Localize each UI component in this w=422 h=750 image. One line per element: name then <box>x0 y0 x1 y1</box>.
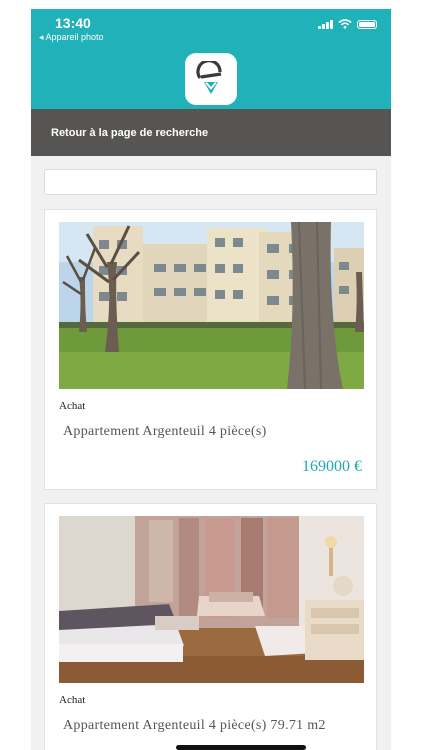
status-icons <box>318 19 377 29</box>
nav-bar: Retour à la page de recherche <box>31 109 391 156</box>
listing-price: 169000 € <box>302 458 362 475</box>
listing-type: Achat <box>59 400 86 412</box>
listing-photo <box>59 222 364 389</box>
listing-title: Appartement Argenteuil 4 pièce(s) <box>63 424 267 439</box>
battery-icon <box>357 19 377 29</box>
listing-card[interactable]: Achat Appartement Argenteuil 4 pièce(s) … <box>44 503 377 750</box>
app-screen: 13:40 ◂ Appareil photo Retour à la page … <box>31 9 391 750</box>
listing-title: Appartement Argenteuil 4 pièce(s) 79.71 … <box>63 718 326 733</box>
wifi-icon <box>338 19 352 29</box>
app-logo <box>185 53 237 105</box>
listing-card[interactable]: Achat Appartement Argenteuil 4 pièce(s) … <box>44 209 377 490</box>
signal-icon <box>318 19 333 29</box>
listing-photo <box>59 516 364 683</box>
listing-type: Achat <box>59 694 86 706</box>
search-input[interactable] <box>44 169 377 195</box>
logo-e-location-icon <box>196 61 222 94</box>
app-header: 13:40 ◂ Appareil photo <box>31 9 391 109</box>
home-indicator[interactable] <box>176 745 306 750</box>
back-to-search-link[interactable]: Retour à la page de recherche <box>51 127 208 139</box>
status-time: 13:40 <box>55 15 91 31</box>
back-to-camera-link[interactable]: ◂ Appareil photo <box>39 32 104 43</box>
